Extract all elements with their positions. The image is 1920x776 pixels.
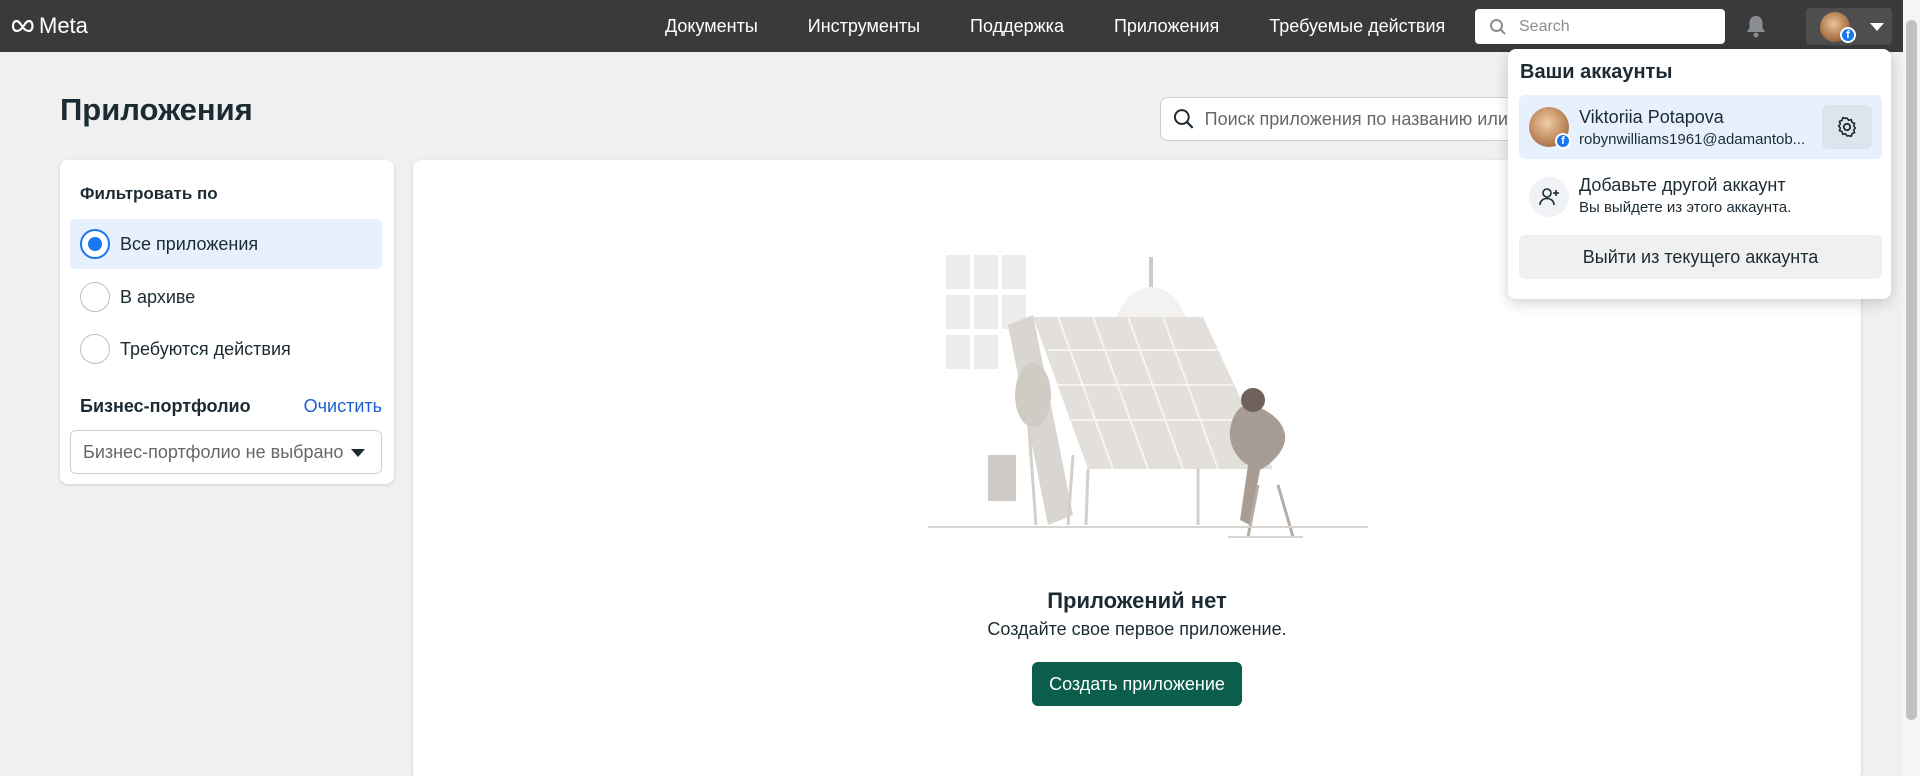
logout-button[interactable]: Выйти из текущего аккаунта (1519, 235, 1882, 279)
gear-icon (1837, 116, 1857, 138)
chevron-down-icon (1870, 23, 1884, 31)
empty-state-subtitle: Создайте свое первое приложение. (987, 619, 1287, 639)
notifications-bell-icon[interactable] (1745, 14, 1767, 43)
account-email: robynwilliams1961@adamantob... (1579, 131, 1806, 148)
radio-button[interactable] (80, 334, 110, 364)
add-account-row[interactable]: Добавьте другой аккаунт Вы выйдете из эт… (1519, 165, 1882, 227)
clear-link[interactable]: Очистить (304, 396, 382, 417)
top-navigation-bar: Meta Документы Инструменты Поддержка При… (0, 0, 1920, 52)
filter-option-label: Требуются действия (120, 338, 291, 359)
meta-logo[interactable]: Meta (10, 13, 88, 39)
radio-button-selected[interactable] (80, 229, 110, 259)
business-portfolio-value: Бизнес-портфолио не выбрано (83, 441, 344, 462)
empty-state-title: Приложений нет (1047, 588, 1227, 613)
nav-link-docs[interactable]: Документы (665, 16, 758, 37)
nav-link-apps[interactable]: Приложения (1114, 16, 1219, 37)
nav-link-tools[interactable]: Инструменты (808, 16, 920, 37)
filter-option-action-required[interactable]: Требуются действия (70, 324, 382, 374)
radio-button[interactable] (80, 282, 110, 312)
page-title: Приложения (60, 92, 253, 127)
accounts-dropdown: Ваши аккаунты f Viktoriia Potapova robyn… (1508, 49, 1891, 299)
account-settings-button[interactable] (1822, 105, 1872, 149)
filter-option-label: В архиве (120, 286, 196, 307)
page-scrollbar[interactable] (1903, 0, 1920, 776)
facebook-badge-icon: f (1555, 133, 1571, 149)
filter-panel: Фильтровать по Все приложения В архиве Т… (60, 160, 394, 484)
filter-option-label: Все приложения (120, 233, 259, 254)
logo-text: Meta (39, 13, 88, 38)
create-app-button[interactable]: Создать приложение (1032, 662, 1242, 706)
account-name: Viktoriia Potapova (1579, 107, 1724, 127)
filter-heading: Фильтровать по (80, 184, 218, 203)
accounts-heading: Ваши аккаунты (1520, 61, 1673, 83)
caret-down-icon (351, 449, 365, 457)
nav-link-support[interactable]: Поддержка (970, 16, 1064, 37)
facebook-badge-icon: f (1840, 27, 1856, 43)
add-account-title: Добавьте другой аккаунт (1579, 175, 1786, 195)
account-switcher-button[interactable]: f (1806, 8, 1892, 45)
current-account-row[interactable]: f Viktoriia Potapova robynwilliams1961@a… (1519, 95, 1882, 159)
top-search-input[interactable] (1519, 17, 1709, 36)
meta-infinity-icon (11, 19, 34, 33)
empty-state-illustration (928, 255, 1368, 538)
search-icon (1490, 18, 1506, 35)
filter-option-archived[interactable]: В архиве (70, 272, 382, 322)
app-search-box[interactable] (1160, 97, 1540, 141)
app-search-input[interactable] (1204, 108, 1539, 130)
search-icon (1173, 109, 1194, 129)
business-portfolio-heading: Бизнес-портфолио (80, 396, 251, 416)
nav-link-required-actions[interactable]: Требуемые действия (1269, 16, 1445, 37)
scrollbar-thumb[interactable] (1906, 20, 1917, 720)
add-user-icon (1529, 177, 1569, 217)
add-account-subtitle: Вы выйдете из этого аккаунта. (1579, 199, 1792, 216)
top-search-box[interactable] (1475, 9, 1725, 44)
business-portfolio-select[interactable]: Бизнес-портфолио не выбрано (70, 430, 382, 474)
nav-links: Документы Инструменты Поддержка Приложен… (665, 0, 1445, 52)
filter-option-all-apps[interactable]: Все приложения (70, 219, 382, 269)
